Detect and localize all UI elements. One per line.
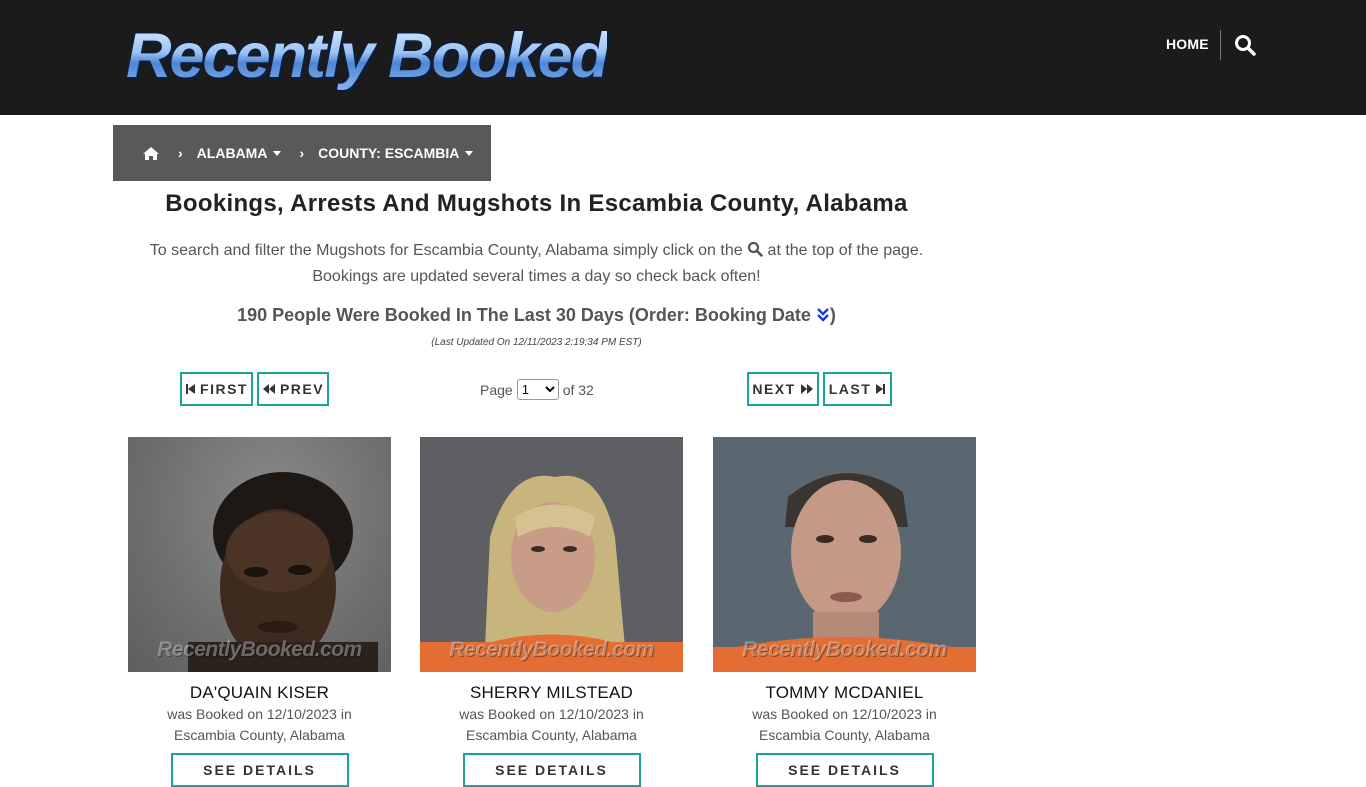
see-details-button[interactable]: SEE DETAILS: [170, 753, 349, 787]
caret-down-icon: [273, 151, 282, 156]
mugshot-photo[interactable]: RecentlyBooked.com: [128, 437, 391, 672]
caret-down-icon: [465, 151, 474, 156]
booking-date: was Booked on 12/10/2023 in: [752, 706, 937, 722]
booking-date: was Booked on 12/10/2023 in: [167, 706, 352, 722]
person-name[interactable]: DA'QUAIN KISER: [128, 683, 391, 703]
intro-text: To search and filter the Mugshots for Es…: [149, 241, 924, 285]
page-select[interactable]: 1: [516, 379, 559, 400]
sort-down-icon[interactable]: [816, 307, 830, 323]
step-backward-icon: [186, 384, 196, 394]
person-name[interactable]: SHERRY MILSTEAD: [420, 683, 683, 703]
see-details-button[interactable]: SEE DETAILS: [462, 753, 641, 787]
booking-date: was Booked on 12/10/2023 in: [459, 706, 644, 722]
search-icon: [747, 241, 763, 257]
breadcrumb: › ALABAMA › COUNTY: ESCAMBIA: [113, 125, 491, 181]
mugshot-photo[interactable]: RecentlyBooked.com: [420, 437, 683, 672]
watermark: RecentlyBooked.com: [449, 638, 654, 661]
site-logo[interactable]: Recently Booked: [126, 16, 609, 96]
chevron-right-icon: ›: [299, 145, 305, 161]
site-header: Recently Booked HOME: [0, 0, 1366, 115]
search-icon[interactable]: [1233, 33, 1257, 57]
page-title: Bookings, Arrests And Mugshots In Escamb…: [165, 190, 908, 217]
home-icon[interactable]: [142, 146, 160, 161]
next-page-button[interactable]: NEXT: [747, 372, 819, 406]
booking-location: Escambia County, Alabama: [466, 727, 637, 743]
prev-page-button[interactable]: PREV: [257, 372, 329, 406]
watermark: RecentlyBooked.com: [742, 638, 947, 661]
booking-card: RecentlyBooked.com SHERRY MILSTEAD was B…: [420, 437, 683, 787]
last-page-button[interactable]: LAST: [823, 372, 892, 406]
first-page-button[interactable]: FIRST: [180, 372, 253, 406]
booking-location: Escambia County, Alabama: [174, 727, 345, 743]
booking-location: Escambia County, Alabama: [759, 727, 930, 743]
person-name[interactable]: TOMMY MCDANIEL: [713, 683, 976, 703]
see-details-button[interactable]: SEE DETAILS: [755, 753, 934, 787]
booking-card: RecentlyBooked.com DA'QUAIN KISER was Bo…: [128, 437, 391, 787]
last-updated: (Last Updated On 12/11/2023 2:19:34 PM E…: [431, 337, 642, 348]
chevron-right-icon: ›: [178, 145, 183, 161]
breadcrumb-state[interactable]: ALABAMA: [197, 145, 282, 161]
mugshot-image: [713, 473, 976, 672]
nav-divider: [1220, 30, 1221, 60]
page-selector: Page 1 of 32: [480, 379, 594, 400]
breadcrumb-county[interactable]: COUNTY: ESCAMBIA: [318, 145, 474, 161]
booking-card: RecentlyBooked.com TOMMY MCDANIEL was Bo…: [713, 437, 976, 787]
mugshot-image: [188, 472, 378, 672]
backward-icon: [262, 384, 275, 394]
booking-count: 190 People Were Booked In The Last 30 Da…: [237, 305, 836, 325]
step-forward-icon: [876, 384, 886, 394]
mugshot-photo[interactable]: RecentlyBooked.com: [713, 437, 976, 672]
watermark: RecentlyBooked.com: [157, 638, 362, 661]
forward-icon: [800, 384, 813, 394]
mugshot-image: [420, 475, 683, 672]
nav-home-link[interactable]: HOME: [1166, 36, 1209, 52]
